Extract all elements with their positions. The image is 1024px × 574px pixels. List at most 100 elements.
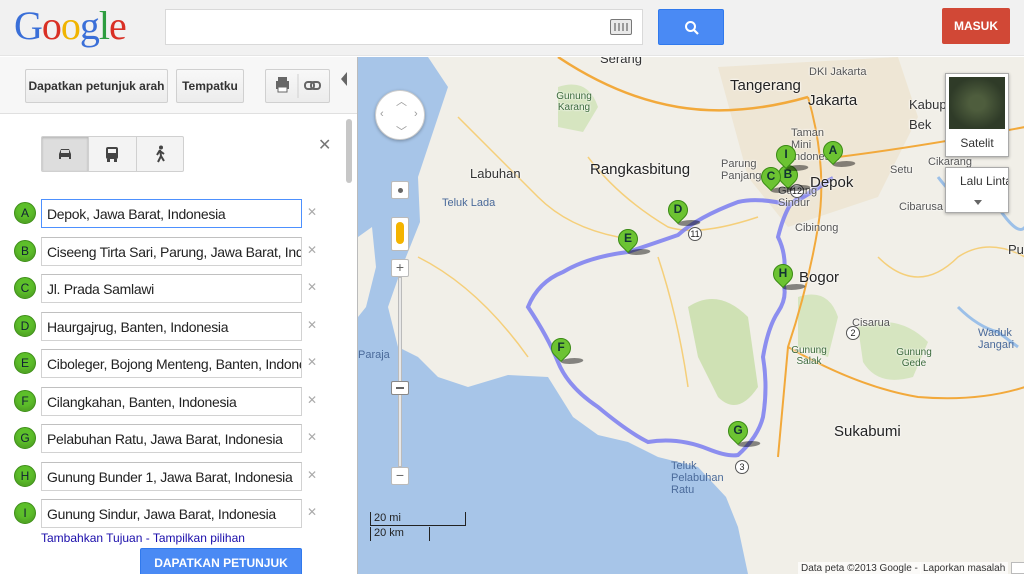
waypoint-input[interactable]: Ciboleger, Bojong Menteng, Banten, Indon… xyxy=(41,349,302,378)
satellite-label: Satelit xyxy=(960,136,994,150)
map-label: Cibinong xyxy=(795,222,839,234)
remove-waypoint-icon[interactable]: ✕ xyxy=(307,505,317,519)
attribution-separator: - xyxy=(911,563,918,574)
keyboard-icon[interactable] xyxy=(610,19,632,35)
map-label: Cibarusa xyxy=(899,201,944,213)
waypoint-input[interactable]: Cilangkahan, Banten, Indonesia xyxy=(41,386,302,416)
route-marker-d[interactable]: D xyxy=(663,195,703,230)
map-label: Teluk Lada xyxy=(442,197,496,209)
map-label: Rangkasbitung xyxy=(590,161,691,178)
remove-waypoint-icon[interactable]: ✕ xyxy=(307,205,317,219)
zoom-slider-thumb[interactable] xyxy=(391,381,409,395)
map-base xyxy=(358,57,1024,574)
waypoint-marker-icon[interactable]: B xyxy=(14,239,36,262)
waypoint-marker-icon[interactable]: A xyxy=(14,202,36,224)
map-label: Waduk Jangari xyxy=(978,327,1015,351)
logo-letter: l xyxy=(98,3,110,48)
logo-letter: g xyxy=(79,3,100,48)
map-attribution: Data peta ©2013 Google - xyxy=(798,562,921,574)
waypoint-row: E Ciboleger, Bojong Menteng, Banten, Indo… xyxy=(14,349,354,379)
waypoint-input[interactable]: Ciseeng Tirta Sari, Parung, Jawa Barat, … xyxy=(41,236,302,266)
pan-up-icon[interactable]: ︿ xyxy=(396,93,407,109)
route-marker-g[interactable]: G xyxy=(723,416,763,451)
waypoint-links: Tambahkan Tujuan - Tampilkan pilihan xyxy=(41,531,245,545)
waypoint-input[interactable]: Pelabuhan Ratu, Jawa Barat, Indonesia xyxy=(41,424,302,453)
map-label: Bek xyxy=(909,117,932,132)
pan-right-icon[interactable]: › xyxy=(414,108,418,120)
remove-waypoint-icon[interactable]: ✕ xyxy=(307,430,317,444)
collapse-panel-icon[interactable] xyxy=(341,72,347,86)
zoom-in-button[interactable]: + xyxy=(391,259,409,277)
zoom-out-button[interactable]: − xyxy=(391,467,409,485)
car-icon[interactable] xyxy=(42,137,90,171)
print-icon[interactable] xyxy=(276,77,289,93)
waypoint-input[interactable]: Depok, Jawa Barat, Indonesia xyxy=(41,199,302,228)
scale-miles: 20 mi xyxy=(370,512,466,526)
marker-letter: H xyxy=(778,266,788,280)
close-icon[interactable]: ✕ xyxy=(318,135,331,155)
pan-control[interactable]: ︿ ﹀ ‹ › xyxy=(375,90,425,140)
route-marker-f[interactable]: F xyxy=(546,333,586,368)
waypoint-input[interactable]: Gunung Bunder 1, Jawa Barat, Indonesia xyxy=(41,461,302,491)
zoom-slider-track[interactable] xyxy=(398,277,402,467)
map-label: Serang xyxy=(600,57,642,66)
traffic-toggle[interactable]: Lalu Lintas xyxy=(945,167,1009,213)
remove-waypoint-icon[interactable]: ✕ xyxy=(307,355,317,369)
marker-letter: F xyxy=(557,340,565,354)
marker-letter: G xyxy=(733,423,743,437)
expand-corner-icon[interactable] xyxy=(1011,562,1024,574)
reset-view-icon[interactable] xyxy=(391,181,409,199)
waypoint-row: F Cilangkahan, Banten, Indonesia ✕ xyxy=(14,386,354,417)
waypoint-marker-icon[interactable]: I xyxy=(14,502,36,524)
remove-waypoint-icon[interactable]: ✕ xyxy=(307,280,317,294)
waypoint-marker-icon[interactable]: F xyxy=(14,389,36,412)
chevron-down-icon[interactable] xyxy=(974,200,982,205)
remove-waypoint-icon[interactable]: ✕ xyxy=(307,243,317,257)
add-destination-link[interactable]: Tambahkan Tujuan xyxy=(41,531,142,545)
waypoint-marker-icon[interactable]: E xyxy=(14,352,36,374)
search-input[interactable] xyxy=(165,9,643,45)
map-label: Bogor xyxy=(799,269,840,286)
map-label: DKI Jakarta xyxy=(809,66,867,78)
report-problem-link[interactable]: Laporkan masalah xyxy=(920,562,1009,574)
pan-left-icon[interactable]: ‹ xyxy=(380,108,384,120)
waypoint-marker-icon[interactable]: G xyxy=(14,427,36,449)
attribution-text: Data peta ©2013 Google xyxy=(801,563,912,574)
route-marker-h[interactable]: H xyxy=(768,259,808,294)
transit-icon[interactable] xyxy=(89,137,137,171)
my-places-button[interactable]: Tempatku xyxy=(176,69,244,103)
waypoint-row: G Pelabuhan Ratu, Jawa Barat, Indonesia ✕ xyxy=(14,424,354,454)
waypoint-input[interactable]: Haurgajrug, Banten, Indonesia xyxy=(41,311,302,341)
pegman-icon[interactable] xyxy=(391,217,409,251)
route-marker-e[interactable]: E xyxy=(613,224,653,259)
pan-down-icon[interactable]: ﹀ xyxy=(396,123,407,139)
waypoint-input[interactable]: Jl. Prada Samlawi xyxy=(41,274,302,303)
map-label: Paraja xyxy=(358,349,390,361)
waypoint-marker-icon[interactable]: H xyxy=(14,464,36,487)
satellite-toggle[interactable]: Satelit xyxy=(945,73,1009,157)
link-icon[interactable] xyxy=(304,81,321,90)
map-label: Gunung Salak xyxy=(791,345,827,367)
get-directions-button[interactable]: DAPATKAN PETUNJUK ARAH xyxy=(140,548,302,574)
remove-waypoint-icon[interactable]: ✕ xyxy=(307,393,317,407)
waypoint-input[interactable]: Gunung Sindur, Jawa Barat, Indonesia xyxy=(41,499,302,528)
logo-letter: e xyxy=(109,3,127,48)
remove-waypoint-icon[interactable]: ✕ xyxy=(307,468,317,482)
route-marker-i[interactable]: I xyxy=(771,140,811,175)
map-label: Pu xyxy=(1008,242,1024,257)
get-directions-tab[interactable]: Dapatkan petunjuk arah xyxy=(25,69,168,103)
route-marker-a[interactable]: A xyxy=(818,136,858,171)
route-shield: 11 xyxy=(688,227,702,241)
waypoint-row: D Haurgajrug, Banten, Indonesia ✕ xyxy=(14,311,354,342)
panel-scrollbar[interactable] xyxy=(346,119,352,183)
map-canvas[interactable]: Serang Tangerang DKI Jakarta Jakarta Kabup Be… xyxy=(357,57,1024,574)
waypoint-marker-icon[interactable]: C xyxy=(14,277,36,299)
search-button[interactable] xyxy=(658,9,724,45)
show-options-link[interactable]: Tampilkan pilihan xyxy=(153,531,245,545)
remove-waypoint-icon[interactable]: ✕ xyxy=(307,318,317,332)
google-logo[interactable]: Google xyxy=(14,3,127,48)
walk-icon[interactable] xyxy=(137,137,183,171)
map-label: Setu xyxy=(890,164,913,176)
signin-button[interactable]: MASUK xyxy=(942,8,1010,44)
waypoint-marker-icon[interactable]: D xyxy=(14,314,36,337)
